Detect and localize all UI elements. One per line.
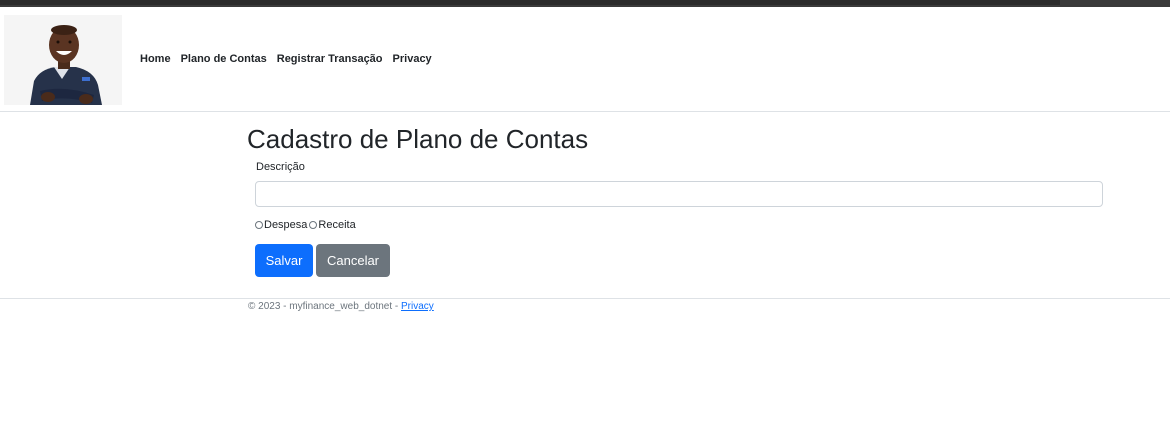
- radio-despesa-circle[interactable]: [255, 221, 263, 229]
- browser-top-bar: [0, 0, 1170, 7]
- radio-receita[interactable]: Receita: [309, 219, 356, 231]
- radio-despesa-label: Despesa: [264, 219, 308, 231]
- logo-image[interactable]: [4, 15, 122, 105]
- descricao-input[interactable]: [255, 181, 1103, 207]
- cancel-button[interactable]: Cancelar: [316, 244, 390, 277]
- footer-privacy-link[interactable]: Privacy: [401, 301, 434, 312]
- main-nav: Home Plano de Contas Registrar Transação…: [140, 53, 432, 65]
- nav-registrar-transacao[interactable]: Registrar Transação: [277, 53, 383, 65]
- descricao-label: Descrição: [256, 161, 305, 173]
- browser-top-bar-inner: [0, 0, 1060, 5]
- nav-privacy[interactable]: Privacy: [393, 53, 432, 65]
- tipo-radio-group: Despesa Receita: [255, 219, 358, 231]
- navbar: Home Plano de Contas Registrar Transação…: [0, 7, 1170, 112]
- nav-home[interactable]: Home: [140, 53, 171, 65]
- nav-plano-de-contas[interactable]: Plano de Contas: [181, 53, 267, 65]
- footer-divider: [0, 298, 1170, 299]
- save-button[interactable]: Salvar: [255, 244, 313, 277]
- radio-receita-label: Receita: [318, 219, 356, 231]
- page-title: Cadastro de Plano de Contas: [247, 124, 589, 154]
- radio-receita-circle[interactable]: [309, 221, 318, 229]
- footer-text: © 2023 - myfinance_web_dotnet -: [248, 301, 399, 312]
- radio-despesa[interactable]: Despesa: [255, 219, 307, 231]
- footer: © 2023 - myfinance_web_dotnet - Privacy: [248, 301, 434, 312]
- person-photo-icon: [4, 15, 122, 105]
